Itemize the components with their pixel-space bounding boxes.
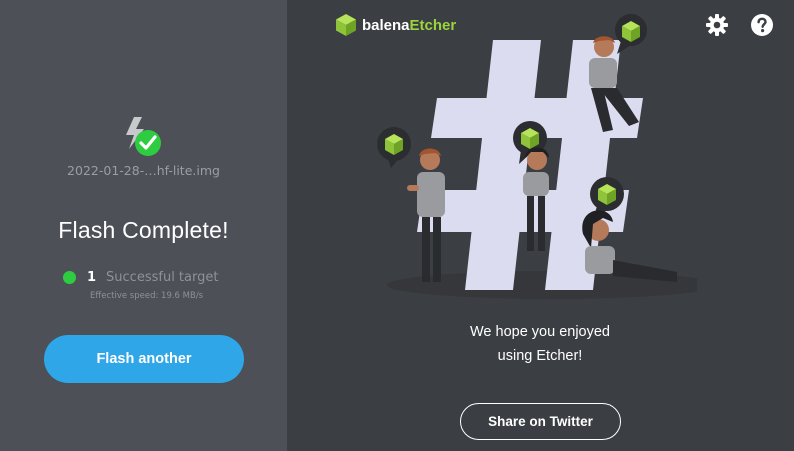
community-hashtag-illustration: [377, 14, 697, 299]
speech-bubble-1: [377, 127, 411, 168]
flash-complete-icon: [120, 115, 166, 161]
successful-target-count: 1: [87, 270, 97, 285]
success-banner-panel: balena Etcher We hope you enjoyed using …: [287, 0, 794, 451]
flash-status-title: Flash Complete!: [58, 217, 229, 243]
speech-bubble-4: [615, 14, 647, 54]
thank-you-message: We hope you enjoyed using Etcher!: [437, 320, 643, 368]
thank-you-line-1: We hope you enjoyed: [469, 324, 610, 340]
thank-you-line-2: using Etcher!: [497, 348, 583, 364]
success-status-dot: [63, 271, 76, 284]
etcher-window: 2022-01-28-…hf-lite.img Flash Complete! …: [0, 0, 794, 451]
successful-target-label: Successful target: [106, 270, 219, 285]
share-on-twitter-button[interactable]: Share on Twitter: [460, 403, 621, 440]
help-icon[interactable]: [749, 12, 775, 38]
flash-another-button[interactable]: Flash another: [44, 335, 244, 383]
effective-speed-text: Effective speed: 19.6 MB/s: [90, 291, 204, 301]
balena-cube-logo-icon: [336, 14, 356, 36]
person-left: [407, 148, 445, 282]
image-file-name: 2022-01-28-…hf-lite.img: [67, 163, 220, 178]
settings-gear-icon[interactable]: [704, 12, 730, 38]
person-bottom-right: [582, 210, 677, 282]
target-result-row: 1 Successful target: [63, 270, 218, 285]
flash-result-panel: 2022-01-28-…hf-lite.img Flash Complete! …: [0, 0, 287, 451]
